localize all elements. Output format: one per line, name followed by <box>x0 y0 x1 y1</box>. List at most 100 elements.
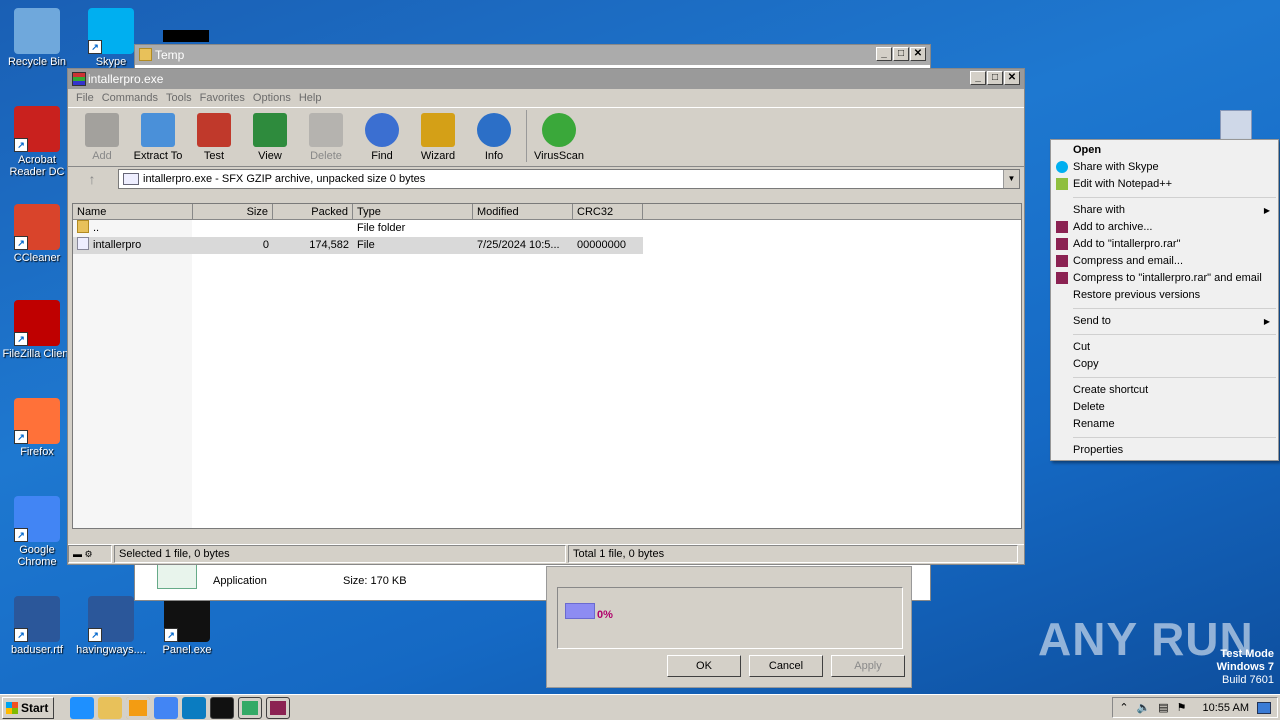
explorer-icon[interactable] <box>98 696 122 719</box>
column-header[interactable]: Name <box>73 204 193 219</box>
word-icon: ↗ <box>14 596 60 642</box>
menu-item[interactable]: Help <box>295 92 326 104</box>
context-menu-item[interactable]: Edit with Notepad++ <box>1051 176 1278 193</box>
chrome-icon[interactable] <box>154 696 178 719</box>
context-menu-item[interactable]: Restore previous versions <box>1051 287 1278 304</box>
cancel-button[interactable]: Cancel <box>749 655 823 677</box>
context-menu-item[interactable]: Compress and email... <box>1051 253 1278 270</box>
context-menu-item[interactable]: Compress to "intallerpro.rar" and email <box>1051 270 1278 287</box>
column-header[interactable]: Type <box>353 204 473 219</box>
winrar-titlebar[interactable]: intallerpro.exe _ □ ✕ <box>68 69 1024 89</box>
panel-icon: ↗ <box>164 596 210 642</box>
column-header[interactable]: CRC32 <box>573 204 643 219</box>
ok-button[interactable]: OK <box>667 655 741 677</box>
menu-separator <box>1073 377 1276 378</box>
list-header: Name Size Packed Type Modified CRC32 <box>73 204 1021 220</box>
context-menu-item[interactable]: Properties <box>1051 442 1278 459</box>
menu-item[interactable]: Tools <box>162 92 196 104</box>
context-menu-item[interactable]: Open <box>1051 142 1278 159</box>
close-button[interactable]: ✕ <box>910 47 926 61</box>
temp-titlebar[interactable]: Temp _ □ ✕ <box>135 45 930 65</box>
progress-dialog[interactable]: 0% OK Cancel Apply <box>546 566 912 688</box>
toolbar-label: Delete <box>310 150 342 162</box>
toolbar-test-button[interactable]: Test <box>186 113 242 166</box>
shortcut-arrow-icon: ↗ <box>14 236 28 250</box>
column-header[interactable]: Modified <box>473 204 573 219</box>
winrar-icon[interactable] <box>266 696 290 719</box>
column-header[interactable]: Packed <box>273 204 353 219</box>
toolbar-find-button[interactable]: Find <box>354 113 410 166</box>
context-menu-label: Share with Skype <box>1073 161 1159 173</box>
desktop-icon[interactable]: ↗ Google Chrome <box>0 496 74 568</box>
volume-icon[interactable]: 🔈 <box>1137 701 1151 714</box>
context-menu-label: Edit with Notepad++ <box>1073 178 1173 190</box>
menu-separator <box>1073 308 1276 309</box>
desktop-file-icon[interactable] <box>1220 110 1252 140</box>
winrar-title: intallerpro.exe <box>88 72 164 86</box>
context-menu-item[interactable]: Rename <box>1051 416 1278 433</box>
desktop-icon[interactable]: ↗ FileZilla Client <box>0 300 74 360</box>
menu-item[interactable]: Favorites <box>196 92 249 104</box>
toolbar-virusscan-button[interactable]: VirusScan <box>531 113 587 166</box>
start-label: Start <box>21 700 49 715</box>
context-menu-item[interactable]: Send to ▶ <box>1051 313 1278 330</box>
toolbar-label: Wizard <box>420 150 456 162</box>
desktop-icon[interactable]: ↗ CCleaner <box>0 204 74 264</box>
ie-icon[interactable] <box>70 696 94 719</box>
desktop-icon[interactable]: Recycle Bin <box>0 8 74 68</box>
table-row[interactable]: intallerpro 0 174,582 File 7/25/2024 10:5...… <box>73 237 643 254</box>
show-desktop-icon[interactable] <box>1257 701 1271 714</box>
toolbar-delete-button[interactable]: Delete <box>298 113 354 166</box>
minimize-button[interactable]: _ <box>970 71 986 85</box>
desktop-icon[interactable]: ↗ havingways.... <box>74 596 148 656</box>
network-app-icon[interactable] <box>238 696 262 719</box>
shortcut-arrow-icon: ↗ <box>14 528 28 542</box>
context-menu-item[interactable]: Add to archive... <box>1051 219 1278 236</box>
close-button[interactable]: ✕ <box>1004 71 1020 85</box>
flag-icon[interactable]: ⚑ <box>1177 701 1187 714</box>
menu-item[interactable]: Options <box>249 92 295 104</box>
apply-button[interactable]: Apply <box>831 655 905 677</box>
context-menu-item[interactable]: Create shortcut <box>1051 382 1278 399</box>
shortcut-arrow-icon: ↗ <box>14 138 28 152</box>
toolbar-extract-to-button[interactable]: Extract To <box>130 113 186 166</box>
desktop-icon[interactable]: ↗ Acrobat Reader DC <box>0 106 74 178</box>
toolbar-view-button[interactable]: View <box>242 113 298 166</box>
context-menu-item[interactable]: Delete <box>1051 399 1278 416</box>
edge-icon[interactable] <box>182 696 206 719</box>
context-menu-item[interactable]: Copy <box>1051 356 1278 373</box>
progress-percent: 0% <box>597 609 613 621</box>
media-player-icon[interactable] <box>126 696 150 719</box>
desktop-icon[interactable]: ↗ Panel.exe <box>150 596 224 656</box>
test-clipboard-icon <box>197 113 231 147</box>
start-button[interactable]: Start <box>2 696 54 719</box>
context-menu-item[interactable]: Share with ▶ <box>1051 202 1278 219</box>
maximize-button[interactable]: □ <box>987 71 1003 85</box>
desktop-icon[interactable]: ↗ baduser.rtf <box>0 596 74 656</box>
address-field[interactable]: intallerpro.exe - SFX GZIP archive, unpa… <box>118 169 1020 189</box>
minimize-button[interactable]: _ <box>876 47 892 61</box>
table-row[interactable]: .. File folder <box>73 220 1021 237</box>
network-icon[interactable]: ▤ <box>1158 701 1168 714</box>
menu-item[interactable]: Commands <box>98 92 162 104</box>
toolbar-wizard-button[interactable]: Wizard <box>410 113 466 166</box>
tray-chevron-icon[interactable]: ⌃ <box>1119 701 1128 714</box>
up-arrow-icon[interactable]: ↑ <box>72 171 112 187</box>
file-list[interactable]: Name Size Packed Type Modified CRC32 .. File f… <box>72 203 1022 529</box>
toolbar-info-button[interactable]: Info <box>466 113 522 166</box>
context-menu-item[interactable]: Share with Skype <box>1051 159 1278 176</box>
winrar-window[interactable]: intallerpro.exe _ □ ✕ File Commands Tools F… <box>67 68 1025 565</box>
context-menu-item[interactable]: Add to "intallerpro.rar" <box>1051 236 1278 253</box>
toolbar-add-button[interactable]: Add <box>74 113 130 166</box>
table-cell-modified <box>473 220 573 237</box>
clock[interactable]: 10:55 AM <box>1203 702 1249 714</box>
maximize-button[interactable]: □ <box>893 47 909 61</box>
context-menu-item[interactable]: Cut <box>1051 339 1278 356</box>
magnifier-icon <box>365 113 399 147</box>
menu-item[interactable]: File <box>72 92 98 104</box>
winrar-icon <box>1056 272 1068 284</box>
desktop-icon[interactable]: ↗ Firefox <box>0 398 74 458</box>
chevron-down-icon[interactable]: ▼ <box>1003 170 1019 188</box>
column-header[interactable]: Size <box>193 204 273 219</box>
panel-icon[interactable] <box>210 696 234 719</box>
